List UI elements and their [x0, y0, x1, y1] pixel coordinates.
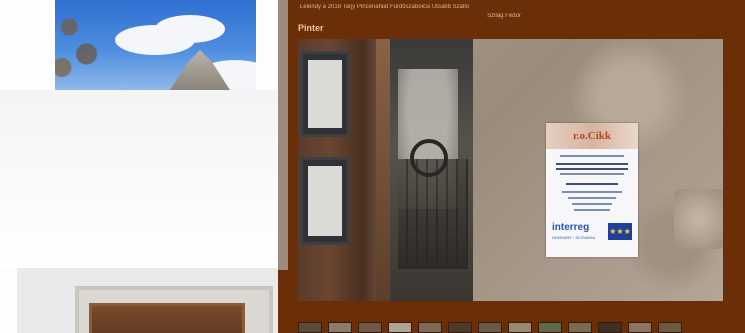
poster: r.o.Cikk interreg HUNGARY · SLOVAKIA ★★★ [546, 123, 638, 257]
thumbnail[interactable] [658, 322, 682, 333]
poster-text-line [556, 163, 628, 165]
lightbox-main-image[interactable]: r.o.Cikk interreg HUNGARY · SLOVAKIA ★★★ [298, 39, 723, 301]
cloud [155, 15, 225, 43]
door [89, 303, 245, 333]
lightbox-header-subtext: Szilág Fedor [487, 13, 521, 19]
poster-text-line [560, 155, 624, 157]
poster-text-line [556, 168, 628, 170]
thumbnail[interactable] [478, 322, 502, 333]
metal-panel-top [300, 51, 350, 137]
gear-icon [410, 139, 448, 177]
interreg-logo: interreg [552, 222, 590, 233]
lightbox: Lelendy a 2018 Tarjy Pincénahlat Fürdősz… [278, 0, 745, 333]
metal-panel-bottom [300, 157, 350, 245]
thumbnail-strip [298, 322, 743, 333]
thumbnail[interactable] [388, 322, 412, 333]
poster-text-line [568, 197, 616, 199]
lightbox-header-text: Lelendy a 2018 Tarjy Pincénahlat Fürdősz… [300, 4, 469, 10]
rust-strip [376, 39, 390, 301]
poster-text-line [560, 173, 624, 175]
thumbnail[interactable] [628, 322, 652, 333]
poster-logo: r.o.Cikk [572, 130, 612, 142]
thumbnail[interactable] [538, 322, 562, 333]
poster-text-line [566, 183, 618, 185]
poster-text-line [562, 191, 622, 193]
thumbnail[interactable] [508, 322, 532, 333]
gallery-blank-area [0, 90, 280, 268]
wall-stone [674, 189, 723, 249]
interreg-subtitle: HUNGARY · SLOVAKIA [552, 235, 595, 240]
thumbnail[interactable] [328, 322, 352, 333]
lightbox-edge [278, 0, 288, 270]
thumbnail[interactable] [448, 322, 472, 333]
lightbox-title: Pinter [298, 23, 324, 33]
thumbnail[interactable] [568, 322, 592, 333]
gallery-photo-door[interactable] [17, 268, 314, 333]
tree [55, 0, 125, 90]
thumbnail[interactable] [418, 322, 442, 333]
poster-text-line [572, 203, 612, 205]
eu-stars: ★★★ [609, 227, 631, 236]
thumbnail[interactable] [298, 322, 322, 333]
gallery-photo-tower[interactable] [55, 0, 256, 90]
thumbnail[interactable] [358, 322, 382, 333]
thumbnail[interactable] [598, 322, 622, 333]
poster-text-line [574, 209, 610, 211]
